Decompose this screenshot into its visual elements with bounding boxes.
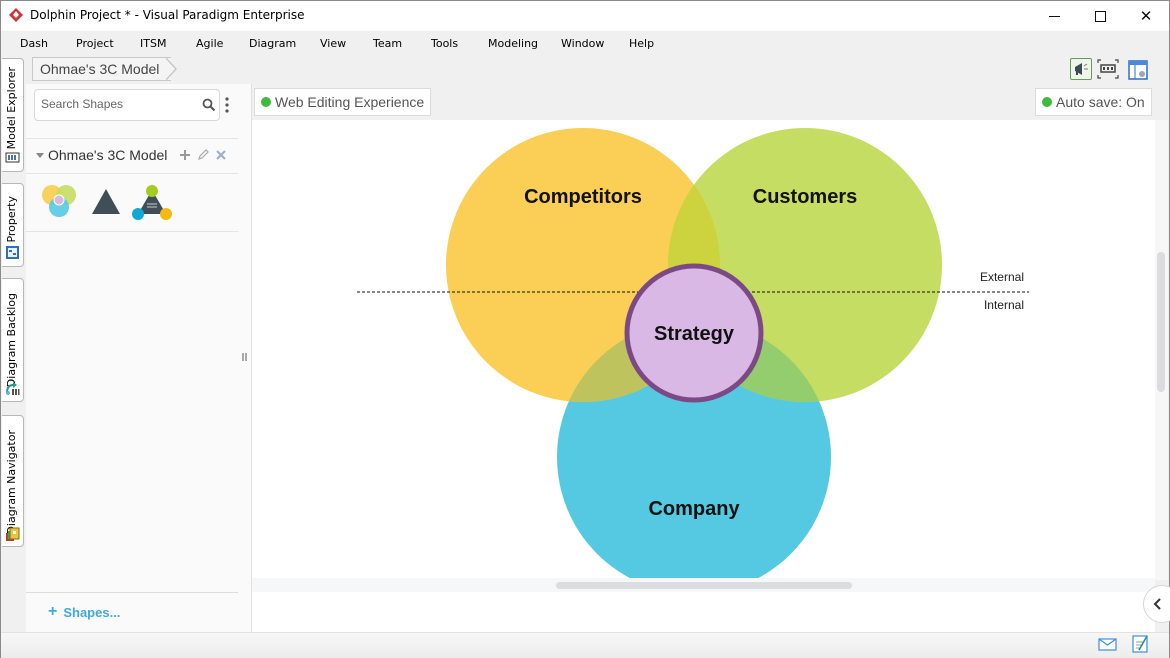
diagram-navigator-icon	[6, 527, 20, 541]
internal-label: Internal	[984, 298, 1024, 312]
status-dot-icon	[261, 97, 271, 107]
venn-3c-shape[interactable]	[40, 183, 78, 219]
autosave-badge[interactable]: Auto save: On	[1035, 88, 1152, 116]
menu-itsm[interactable]: ITSM	[140, 37, 166, 50]
tab-model-explorer[interactable]: Model Explorer	[2, 58, 24, 172]
triangle-shape[interactable]	[90, 185, 122, 217]
menu-diagram[interactable]: Diagram	[249, 37, 296, 50]
tab-diagram-backlog[interactable]: Diagram Backlog	[2, 278, 24, 402]
web-editing-badge[interactable]: Web Editing Experience	[254, 88, 432, 116]
canvas-footer	[252, 592, 1155, 632]
customers-label: Customers	[753, 186, 857, 208]
tab-diagram-navigator[interactable]: Diagram Navigator	[2, 415, 24, 547]
competitors-label: Competitors	[524, 186, 642, 208]
menu-dash[interactable]: Dash	[20, 37, 48, 50]
strategy-label: Strategy	[654, 323, 735, 345]
close-icon: ✕	[1139, 8, 1153, 25]
collapse-arrow-icon[interactable]	[36, 153, 44, 159]
minimize-button[interactable]	[1031, 1, 1077, 31]
vertical-scroll-thumb[interactable]	[1157, 252, 1165, 392]
fit-diagram-button[interactable]	[1097, 59, 1119, 79]
menu-view[interactable]: View	[320, 37, 346, 50]
menu-modeling[interactable]: Modeling	[488, 37, 538, 50]
web-editing-label: Web Editing Experience	[275, 94, 425, 110]
edit-pencil-icon[interactable]	[197, 149, 209, 161]
breadcrumb[interactable]: Ohmae's 3C Model	[32, 57, 172, 81]
shape-category-header[interactable]: Ohmae's 3C Model	[26, 138, 238, 174]
close-button[interactable]: ✕	[1123, 1, 1169, 31]
more-options-button[interactable]	[224, 96, 230, 114]
notes-icon[interactable]	[1132, 634, 1149, 653]
mail-icon[interactable]	[1098, 638, 1117, 651]
window-title: Dolphin Project * - Visual Paradigm Ente…	[30, 8, 305, 22]
status-dot-icon	[1042, 97, 1052, 107]
tab-label: Property	[5, 196, 18, 243]
menu-agile[interactable]: Agile	[196, 37, 223, 50]
menu-help[interactable]: Help	[629, 37, 654, 50]
menu-window[interactable]: Window	[561, 37, 604, 50]
maximize-button[interactable]	[1077, 1, 1123, 31]
menu-tools[interactable]: Tools	[431, 37, 458, 50]
ohmae-3c-diagram: Competitors Customers Company Strategy E…	[357, 128, 1029, 578]
status-bar	[1, 632, 1169, 658]
add-shapes-link[interactable]: + Shapes...	[48, 603, 120, 621]
search-shapes-box	[34, 89, 220, 121]
app-logo-icon	[9, 8, 23, 22]
splitter-grip-icon[interactable]	[242, 352, 247, 362]
remove-icon[interactable]	[216, 150, 226, 160]
shapes-footer: + Shapes...	[26, 592, 238, 633]
layout-panel-button[interactable]	[1127, 59, 1149, 81]
triangle-circles-shape[interactable]	[130, 182, 174, 222]
tab-property[interactable]: Property	[2, 183, 24, 267]
tab-label: Model Explorer	[5, 67, 18, 150]
horizontal-scroll-thumb[interactable]	[556, 582, 852, 589]
add-icon[interactable]	[179, 149, 191, 161]
category-title: Ohmae's 3C Model	[48, 147, 168, 163]
search-shapes-input[interactable]	[41, 97, 191, 111]
tab-label: Diagram Backlog	[5, 293, 18, 388]
plus-icon: +	[48, 603, 58, 620]
diagram-backlog-icon	[6, 382, 20, 395]
fit-diagram-icon	[1097, 59, 1119, 79]
layout-panel-icon	[1128, 60, 1148, 80]
chevron-left-icon	[1153, 598, 1161, 610]
tab-label: Diagram Navigator	[5, 430, 18, 535]
menu-project[interactable]: Project	[76, 37, 114, 50]
search-icon[interactable]	[202, 98, 216, 112]
announcement-icon	[1075, 63, 1088, 75]
menu-team[interactable]: Team	[373, 37, 402, 50]
property-icon	[6, 246, 19, 259]
company-label: Company	[648, 498, 740, 520]
announcement-button[interactable]	[1070, 58, 1092, 80]
minimize-icon	[1048, 15, 1060, 17]
autosave-label: Auto save: On	[1056, 94, 1145, 110]
shapes-palette	[26, 173, 238, 232]
model-explorer-icon	[5, 152, 20, 163]
maximize-icon	[1094, 10, 1106, 22]
panel-splitter[interactable]	[238, 84, 252, 632]
external-label: External	[980, 270, 1024, 284]
shapes-link-label: Shapes...	[63, 604, 121, 620]
more-vertical-icon	[225, 97, 229, 113]
